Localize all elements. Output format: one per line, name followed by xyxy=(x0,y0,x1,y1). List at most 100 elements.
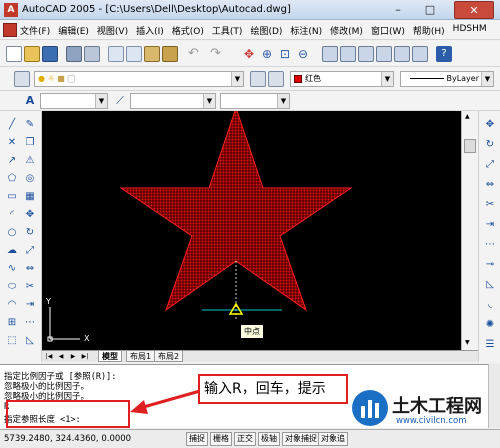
construction-line-icon[interactable]: ✕ xyxy=(4,135,20,151)
chevron-down-icon[interactable]: ▼ xyxy=(231,72,243,86)
linetype-combo[interactable]: ByLayer ▼ xyxy=(400,71,494,87)
scroll-up-icon[interactable]: ▲ xyxy=(465,113,470,120)
modify-break-icon[interactable]: ⋯ xyxy=(482,237,498,253)
modify-explode-icon[interactable]: ✺ xyxy=(482,317,498,333)
properties-icon[interactable] xyxy=(322,46,338,62)
chamfer-icon[interactable]: ◺ xyxy=(22,333,38,349)
copy-icon[interactable] xyxy=(126,46,142,62)
rectangle-icon[interactable]: ▭ xyxy=(4,189,20,205)
scale-icon[interactable]: ⤢ xyxy=(22,243,38,259)
ellipse-icon[interactable]: ⬭ xyxy=(4,279,20,295)
modify-extend-icon[interactable]: ⇥ xyxy=(482,217,498,233)
polar-toggle[interactable]: 极轴 xyxy=(258,432,280,446)
tab-layout2[interactable]: 布局2 xyxy=(154,351,184,362)
tool-palettes-icon[interactable] xyxy=(358,46,374,62)
menu-hdshm[interactable]: HDSHM xyxy=(453,24,487,37)
stretch-icon[interactable]: ⇔ xyxy=(22,261,38,277)
revision-cloud-icon[interactable]: ☁ xyxy=(4,243,20,259)
circle-icon[interactable]: ○ xyxy=(4,225,20,241)
sheet-set-icon[interactable] xyxy=(376,46,392,62)
star-shape[interactable] xyxy=(119,111,353,312)
menu-file[interactable]: 文件(F) xyxy=(20,24,50,37)
chevron-down-icon[interactable]: ▼ xyxy=(203,94,215,108)
color-combo[interactable]: 红色 ▼ xyxy=(290,71,394,87)
trim-icon[interactable]: ✂ xyxy=(22,279,38,295)
tab-first-icon[interactable]: |◀ xyxy=(44,352,54,362)
osnap-toggle[interactable]: 对象捕捉 xyxy=(282,432,320,446)
undo-icon[interactable]: ↶ xyxy=(188,46,204,62)
text-style-combo[interactable]: ▼ xyxy=(40,93,108,109)
redo-icon[interactable]: ↷ xyxy=(210,46,226,62)
copy-object-icon[interactable]: ❐ xyxy=(22,135,38,151)
open-folder-icon[interactable] xyxy=(24,46,40,62)
dim-style-icon[interactable]: ⟋ xyxy=(112,93,128,109)
cut-icon[interactable] xyxy=(108,46,124,62)
menu-window[interactable]: 窗口(W) xyxy=(371,24,405,37)
help-icon[interactable]: ? xyxy=(436,46,452,62)
modify-fillet-icon[interactable]: ◟ xyxy=(482,297,498,313)
minimize-button[interactable]: – xyxy=(386,1,410,19)
modify-move-icon[interactable]: ✥ xyxy=(482,117,498,133)
erase-icon[interactable]: ✎ xyxy=(22,117,38,133)
menu-draw[interactable]: 绘图(D) xyxy=(250,24,282,37)
chevron-down-icon[interactable]: ▼ xyxy=(381,72,393,86)
design-center-icon[interactable] xyxy=(340,46,356,62)
modify-properties-icon[interactable]: ☰ xyxy=(482,337,498,353)
tab-layout1[interactable]: 布局1 xyxy=(126,351,156,362)
table-style-combo[interactable]: ▼ xyxy=(220,93,290,109)
markup-icon[interactable] xyxy=(394,46,410,62)
scroll-down-icon[interactable]: ▼ xyxy=(465,339,470,346)
text-style-icon[interactable]: A xyxy=(22,93,38,109)
insert-block-icon[interactable]: ⊞ xyxy=(4,315,20,331)
menu-tools[interactable]: 工具(T) xyxy=(212,24,243,37)
make-current-layer-icon[interactable] xyxy=(250,71,266,87)
print-icon[interactable] xyxy=(66,46,82,62)
plot-preview-icon[interactable] xyxy=(84,46,100,62)
autocad-app-icon[interactable]: A xyxy=(4,3,18,17)
tab-prev-icon[interactable]: ◀ xyxy=(56,352,66,362)
modify-trim-icon[interactable]: ✂ xyxy=(482,197,498,213)
match-properties-icon[interactable] xyxy=(162,46,178,62)
calculator-icon[interactable] xyxy=(412,46,428,62)
spline-icon[interactable]: ∿ xyxy=(4,261,20,277)
canvas-scrollbar[interactable]: ▲ ▼ xyxy=(461,111,478,350)
layer-previous-icon[interactable] xyxy=(268,71,284,87)
modify-stretch-icon[interactable]: ⇔ xyxy=(482,177,498,193)
drawing-canvas[interactable]: Y X 中点 xyxy=(42,111,461,350)
rotate-icon[interactable]: ↻ xyxy=(22,225,38,241)
move-icon[interactable]: ✥ xyxy=(22,207,38,223)
snap-toggle[interactable]: 捕捉 xyxy=(186,432,208,446)
zoom-window-icon[interactable]: ⊡ xyxy=(280,46,296,62)
menu-insert[interactable]: 插入(I) xyxy=(136,24,164,37)
offset-icon[interactable]: ◎ xyxy=(22,171,38,187)
mirror-icon[interactable]: ⚠ xyxy=(22,153,38,169)
document-icon[interactable] xyxy=(3,23,17,37)
make-block-icon[interactable]: ⬚ xyxy=(4,333,20,349)
tab-next-icon[interactable]: ▶ xyxy=(68,352,78,362)
tab-last-icon[interactable]: ▶| xyxy=(80,352,90,362)
extend-icon[interactable]: ⇥ xyxy=(22,297,38,313)
menu-help[interactable]: 帮助(H) xyxy=(413,24,445,37)
ellipse-arc-icon[interactable]: ◠ xyxy=(4,297,20,313)
ortho-toggle[interactable]: 正交 xyxy=(234,432,256,446)
modify-join-icon[interactable]: ⊸ xyxy=(482,257,498,273)
save-icon[interactable] xyxy=(42,46,58,62)
line-icon[interactable]: ╱ xyxy=(4,117,20,133)
polyline-icon[interactable]: ↗ xyxy=(4,153,20,169)
menu-format[interactable]: 格式(O) xyxy=(172,24,204,37)
modify-rotate-icon[interactable]: ↻ xyxy=(482,137,498,153)
grid-toggle[interactable]: 栅格 xyxy=(210,432,232,446)
chevron-down-icon[interactable]: ▼ xyxy=(277,94,289,108)
polygon-icon[interactable]: ⬠ xyxy=(4,171,20,187)
modify-chamfer-icon[interactable]: ◺ xyxy=(482,277,498,293)
otrack-toggle[interactable]: 对象追 xyxy=(318,432,348,446)
break-icon[interactable]: ⋯ xyxy=(22,315,38,331)
menu-modify[interactable]: 修改(M) xyxy=(330,24,363,37)
modify-scale-icon[interactable]: ⤢ xyxy=(482,157,498,173)
dim-style-combo[interactable]: ▼ xyxy=(130,93,216,109)
scroll-thumb[interactable] xyxy=(464,139,476,153)
zoom-realtime-icon[interactable]: ⊕ xyxy=(262,46,278,62)
chevron-down-icon[interactable]: ▼ xyxy=(481,72,493,86)
chevron-down-icon[interactable]: ▼ xyxy=(95,94,107,108)
layer-manager-icon[interactable] xyxy=(14,71,30,87)
